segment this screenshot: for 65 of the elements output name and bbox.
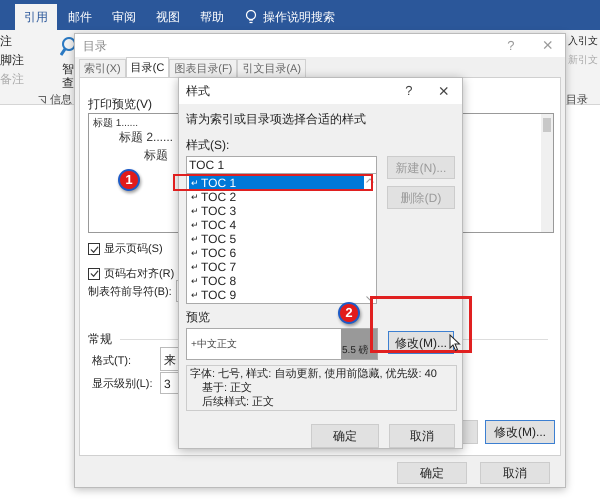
style-list-item[interactable]: ↵ TOC 9 — [189, 288, 364, 302]
ribbon-tab[interactable]: 审阅 — [103, 4, 145, 30]
style-list-item[interactable]: ↵ TOC 4 — [189, 218, 364, 232]
section-label: 打印预览(V) — [88, 96, 152, 113]
dialog-launcher-icon[interactable] — [38, 96, 46, 104]
font-size-label: 5.5 磅 — [341, 329, 377, 359]
field-label: 样式(S): — [186, 137, 230, 154]
style-list-item[interactable]: ↵ TOC 7 — [189, 260, 364, 274]
description-line: 字体: 七号, 样式: 自动更新, 使用前隐藏, 优先级: 40 — [190, 367, 438, 381]
field-label: 格式(T): — [92, 354, 132, 369]
field-label: 制表符前导符(B): — [88, 285, 172, 300]
description-line: 基于: 正文 — [201, 381, 254, 395]
section-label: 常规 — [88, 331, 112, 348]
preview-heading: 标题 2...... — [119, 129, 174, 146]
description-line: 后续样式: 正文 — [201, 395, 276, 409]
modify-button[interactable]: 修改(M)... — [485, 420, 555, 444]
ok-button[interactable]: 确定 — [311, 424, 379, 448]
section-label: 预览 — [186, 309, 210, 326]
style-list-item[interactable]: ↵ TOC 3 — [189, 204, 364, 218]
close-button[interactable]: × — [438, 78, 449, 104]
ok-button[interactable]: 确定 — [397, 462, 467, 484]
style-list-item[interactable]: ↵ TOC 5 — [189, 232, 364, 246]
style-name-field[interactable]: TOC 1 — [186, 156, 377, 174]
smart-lookup-label[interactable]: 智 — [62, 62, 74, 76]
style-list-item[interactable]: ↵ TOC 8 — [189, 274, 364, 288]
dialog-tab[interactable]: 索引(X) — [79, 59, 126, 77]
ribbon-tab[interactable]: 邮件 — [59, 4, 101, 30]
checkbox[interactable] — [88, 243, 100, 256]
group-label: 目录 — [566, 93, 588, 108]
tell-me-search[interactable]: 操作说明搜索 — [263, 8, 335, 26]
cancel-button[interactable]: 取消 — [480, 462, 550, 484]
ribbon-tab[interactable]: 视图 — [147, 4, 189, 30]
preview-heading: 标题 — [144, 147, 168, 164]
lightbulb-icon[interactable] — [245, 9, 257, 25]
style-list-item[interactable]: ↵ TOC 2 — [189, 190, 364, 204]
ribbon-tab[interactable]: 帮助 — [191, 4, 233, 30]
dialog-title: 目录 — [83, 38, 107, 54]
dialog-tab[interactable]: 引文目录(A) — [237, 59, 306, 77]
dialog-tab[interactable]: 目录(C — [126, 57, 170, 77]
preview-text: +中文正文 — [190, 338, 238, 352]
checkbox-label: 显示页码(S) — [104, 242, 163, 257]
magnifier-icon[interactable] — [60, 36, 76, 58]
group-label: 信息 — [50, 93, 72, 108]
preview-heading: 标题 1...... — [93, 116, 138, 131]
ribbon-tab[interactable]: 引用 — [15, 4, 57, 30]
cancel-button[interactable]: 取消 — [389, 424, 455, 448]
ribbon-command[interactable]: 入引文 — [568, 34, 598, 49]
field-label: 显示级别(L): — [92, 377, 152, 392]
smart-lookup-label[interactable]: 查 — [62, 76, 74, 90]
check-icon — [90, 269, 98, 278]
checkbox-label: 页码右对齐(R) — [104, 266, 174, 282]
ribbon-command[interactable]: 脚注 — [0, 53, 24, 68]
instruction-text: 请为索引或目录项选择合适的样式 — [186, 111, 366, 128]
help-button[interactable]: ? — [405, 81, 412, 101]
check-icon — [90, 244, 98, 254]
style-list-item[interactable]: ↵ TOC 1 — [189, 176, 364, 190]
mouse-cursor-icon — [449, 334, 461, 352]
dialog-title: 样式 — [186, 83, 210, 100]
checkbox[interactable] — [88, 268, 100, 280]
scrollbar[interactable] — [541, 114, 553, 232]
dialog-tab[interactable]: 图表目录(F) — [169, 59, 238, 77]
ribbon-command[interactable]: 注 — [0, 34, 24, 49]
style-list-item[interactable]: ↵ TOC 6 — [189, 246, 364, 260]
scrollbar[interactable] — [364, 176, 376, 303]
scroll-up-icon[interactable] — [366, 178, 374, 183]
